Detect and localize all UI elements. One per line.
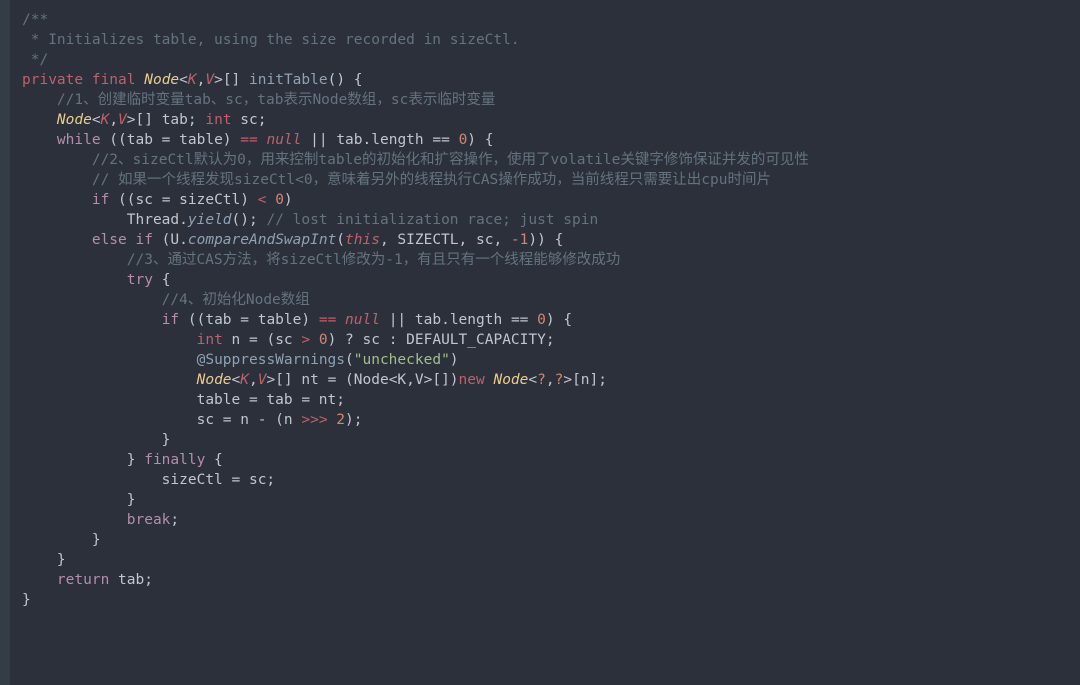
kw-try: try (127, 272, 153, 288)
code-line: } (22, 552, 66, 568)
type-node: Node (144, 72, 179, 88)
kw-final: final (92, 72, 136, 88)
code-line: //3、通过CAS方法，将sizeCtl修改为-1，有且只有一个线程能够修改成功 (22, 252, 620, 268)
kw-private: private (22, 72, 83, 88)
code-line: } (22, 592, 31, 608)
kw-break: break (127, 512, 171, 528)
code-line: // 如果一个线程发现sizeCtl<0，意味着另外的线程执行CAS操作成功，当… (22, 172, 771, 188)
code-line: * Initializes table, using the size reco… (22, 32, 520, 48)
code-line: } (22, 492, 136, 508)
kw-finally: finally (144, 452, 205, 468)
kw-if: if (92, 192, 109, 208)
code-line: } (22, 432, 170, 448)
code-line: /** (22, 12, 48, 28)
code-line: */ (22, 52, 48, 68)
code-line: table = tab = nt; (22, 392, 345, 408)
method-name: initTable (249, 72, 328, 88)
code-line: } (22, 532, 101, 548)
kw-elseif: else if (92, 232, 153, 248)
kw-while: while (57, 132, 101, 148)
code-line: sizeCtl = sc; (22, 472, 275, 488)
code-editor[interactable]: /** * Initializes table, using the size … (0, 0, 1080, 620)
editor-gutter (0, 0, 10, 685)
code-line: //2、sizeCtl默认为0，用来控制table的初始化和扩容操作，使用了vo… (22, 152, 809, 168)
code-line: //1、创建临时变量tab、sc，tab表示Node数组，sc表示临时变量 (22, 92, 495, 108)
kw-return: return (57, 572, 109, 588)
code-line: //4、初始化Node数组 (22, 292, 310, 308)
